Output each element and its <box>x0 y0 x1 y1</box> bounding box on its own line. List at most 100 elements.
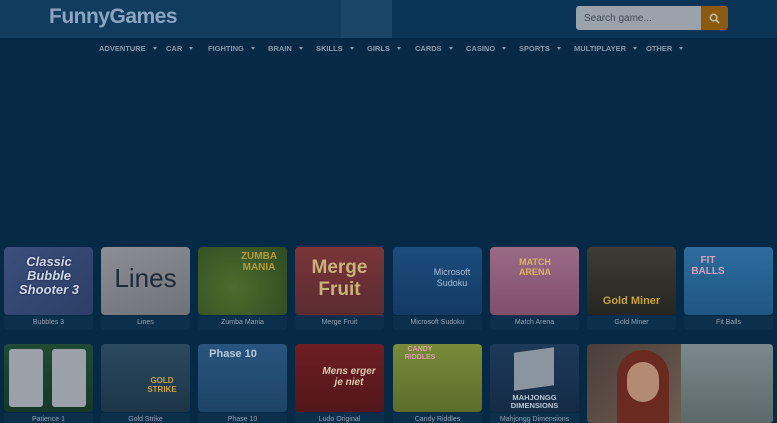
search-bar <box>576 6 728 30</box>
caret-down-icon <box>349 47 354 50</box>
nav-item-label: CAR <box>166 44 183 53</box>
thumbnail-art-text: Microsoft Sudoku <box>433 267 471 288</box>
scene-background <box>681 344 773 423</box>
caret-down-icon <box>250 47 255 50</box>
game-title: Mahjongg Dimensions <box>490 413 579 423</box>
game-tile-patience-1[interactable]: Patience 1 <box>4 344 93 423</box>
game-title: Phase 10 <box>198 413 287 423</box>
game-tile-fit-balls[interactable]: FIT BALLS Fit Balls <box>684 247 773 330</box>
nav-item-brain[interactable]: BRAIN <box>268 44 303 53</box>
thumbnail-art-text: Phase 10 <box>209 348 257 360</box>
game-title: Microsoft Sudoku <box>393 316 482 330</box>
game-title: Gold Miner <box>587 316 676 330</box>
nav-item-sports[interactable]: SPORTS <box>519 44 561 53</box>
nav-item-label: MULTIPLAYER <box>574 44 627 53</box>
header-bar: FunnyGames <box>0 0 777 38</box>
caret-down-icon <box>556 47 561 50</box>
caret-down-icon <box>298 47 303 50</box>
game-thumbnail <box>4 344 93 412</box>
game-tile-gold-strike[interactable]: GOLD STRIKE Gold Strike <box>101 344 190 423</box>
thumbnail-art-text: Classic Bubble Shooter 3 <box>19 254 79 297</box>
category-nav: ADVENTURE CAR FIGHTING BRAIN SKILLS GIRL… <box>0 38 777 60</box>
nav-item-label: SKILLS <box>316 44 343 53</box>
game-thumbnail: MATCH ARENA <box>490 247 579 315</box>
game-thumbnail: Lines <box>101 247 190 315</box>
game-title: Zumba Mania <box>198 316 287 330</box>
thumbnail-art-text: GOLD STRIKE <box>147 376 177 394</box>
thumbnail-art-text: MATCH ARENA <box>518 257 551 277</box>
thumbnail-art-text: CANDY RIDDLES <box>404 346 436 361</box>
nav-item-label: OTHER <box>646 44 673 53</box>
game-tile-mahjongg-dimensions[interactable]: MAHJONGG DIMENSIONS Mahjongg Dimensions <box>490 344 579 423</box>
search-input[interactable] <box>576 6 701 30</box>
thumbnail-art-text: Lines <box>114 263 177 293</box>
game-title: Bubbles 3 <box>4 316 93 330</box>
game-tile-match-arena[interactable]: MATCH ARENA Match Arena <box>490 247 579 330</box>
game-thumbnail: Phase 10 <box>198 344 287 412</box>
nav-item-multiplayer[interactable]: MULTIPLAYER <box>574 44 638 53</box>
thumbnail-art-text: Gold Miner <box>602 295 661 307</box>
ad-space <box>0 60 777 240</box>
nav-item-label: BRAIN <box>268 44 292 53</box>
site-logo[interactable]: FunnyGames <box>49 5 178 29</box>
nav-item-label: CASINO <box>466 44 496 53</box>
game-title: Merge Fruit <box>295 316 384 330</box>
game-tile-ludo-original[interactable]: Mens erger je niet Ludo Original <box>295 344 384 423</box>
game-thumbnail: Microsoft Sudoku <box>393 247 482 315</box>
game-tile-zumba-mania[interactable]: ZUMBA MANIA Zumba Mania <box>198 247 287 330</box>
mahjongg-cube <box>514 347 554 391</box>
game-thumbnail: CANDY RIDDLES <box>393 344 482 412</box>
game-thumbnail: GOLD STRIKE <box>101 344 190 412</box>
nav-item-label: ADVENTURE <box>99 44 146 53</box>
caret-down-icon <box>189 47 194 50</box>
game-title: Gold Strike <box>101 413 190 423</box>
game-tile-gold-miner[interactable]: Gold Miner Gold Miner <box>587 247 676 330</box>
nav-item-label: SPORTS <box>519 44 550 53</box>
game-thumbnail: Classic Bubble Shooter 3 <box>4 247 93 315</box>
game-tile-candy-riddles[interactable]: CANDY RIDDLES Candy Riddles <box>393 344 482 423</box>
playing-card <box>52 349 86 407</box>
thumbnail-art-text: MAHJONGG DIMENSIONS <box>510 393 559 410</box>
game-thumbnail: ZUMBA MANIA <box>198 247 287 315</box>
nav-item-car[interactable]: CAR <box>166 44 194 53</box>
search-icon <box>709 13 720 24</box>
game-title: Fit Balls <box>684 316 773 330</box>
nav-item-adventure[interactable]: ADVENTURE <box>99 44 157 53</box>
thumbnail-art-text: FIT BALLS <box>691 255 725 277</box>
game-tile-merge-fruit[interactable]: Merge Fruit Merge Fruit <box>295 247 384 330</box>
thumbnail-art-text: ZUMBA MANIA <box>240 251 278 273</box>
caret-down-icon <box>502 47 507 50</box>
nav-item-label: CARDS <box>415 44 442 53</box>
game-title: Patience 1 <box>4 413 93 423</box>
game-thumbnail: Merge Fruit <box>295 247 384 315</box>
nav-item-fighting[interactable]: FIGHTING <box>208 44 255 53</box>
nav-item-casino[interactable]: CASINO <box>466 44 507 53</box>
header-block <box>341 0 392 38</box>
caret-down-icon <box>152 47 157 50</box>
game-title: Candy Riddles <box>393 413 482 423</box>
game-tile-phase-10[interactable]: Phase 10 Phase 10 <box>198 344 287 423</box>
character-face <box>627 362 659 402</box>
caret-down-icon <box>448 47 453 50</box>
featured-game-tile[interactable] <box>587 344 773 423</box>
game-tile-microsoft-sudoku[interactable]: Microsoft Sudoku Microsoft Sudoku <box>393 247 482 330</box>
nav-item-skills[interactable]: SKILLS <box>316 44 354 53</box>
nav-item-other[interactable]: OTHER <box>646 44 684 53</box>
nav-item-cards[interactable]: CARDS <box>415 44 453 53</box>
thumbnail-art-text: Mens erger je niet <box>322 366 376 388</box>
thumbnail-art-text: Merge Fruit <box>311 257 368 300</box>
nav-item-girls[interactable]: GIRLS <box>367 44 401 53</box>
game-thumbnail: Gold Miner <box>587 247 676 315</box>
nav-item-label: GIRLS <box>367 44 390 53</box>
game-thumbnail: MAHJONGG DIMENSIONS <box>490 344 579 412</box>
game-tile-bubbles-3[interactable]: Classic Bubble Shooter 3 Bubbles 3 <box>4 247 93 330</box>
game-thumbnail: Mens erger je niet <box>295 344 384 412</box>
caret-down-icon <box>396 47 401 50</box>
game-title: Ludo Original <box>295 413 384 423</box>
game-tile-lines[interactable]: Lines Lines <box>101 247 190 330</box>
search-button[interactable] <box>701 6 728 30</box>
game-title: Lines <box>101 316 190 330</box>
nav-item-label: FIGHTING <box>208 44 244 53</box>
playing-card <box>9 349 43 407</box>
game-title: Match Arena <box>490 316 579 330</box>
